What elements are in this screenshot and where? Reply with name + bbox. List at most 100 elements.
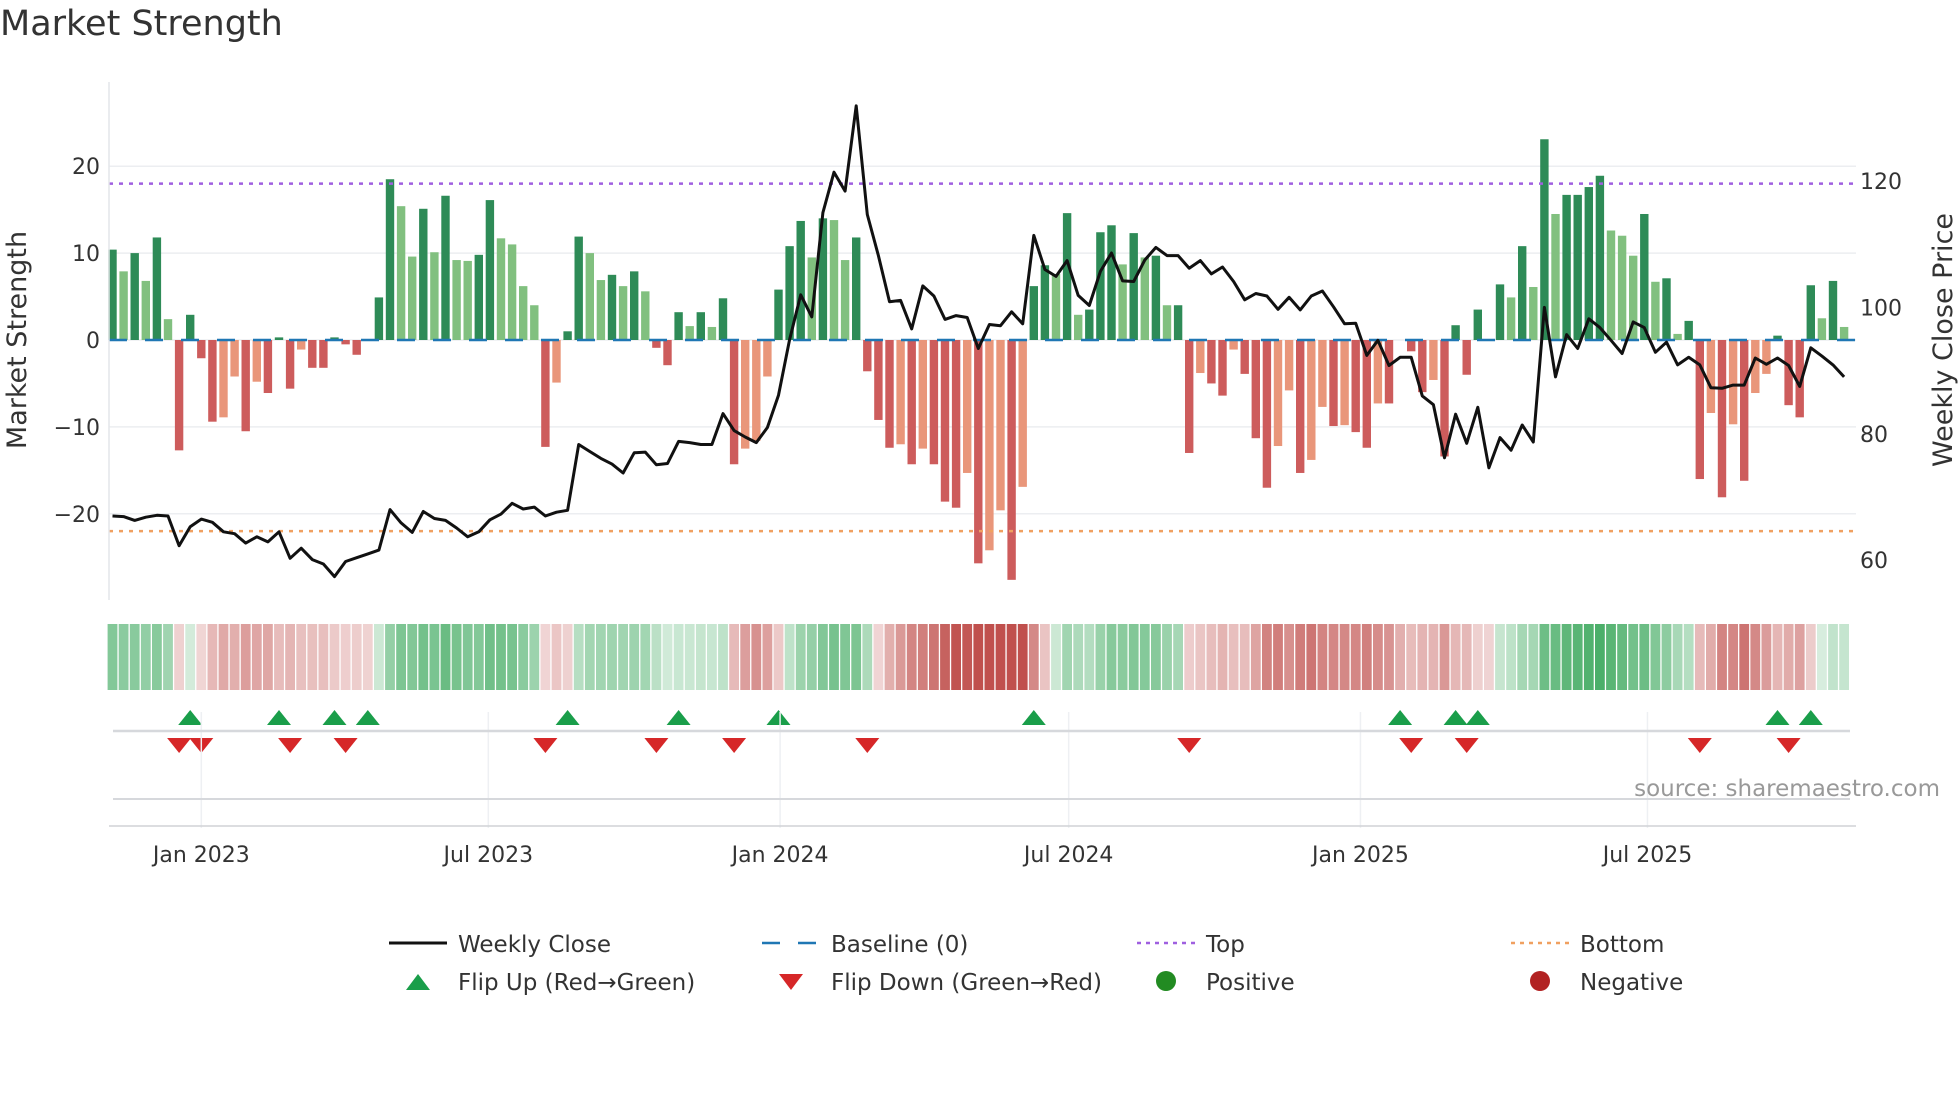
regime-cell <box>773 624 784 690</box>
regime-cell <box>740 624 751 690</box>
flip-down-marker <box>278 738 303 753</box>
strength-bar <box>1140 257 1149 340</box>
x-axis: Jan 2023 Jul 2023 Jan 2024 Jul 2024 Jan 2025… <box>109 712 1856 868</box>
strength-bar <box>1839 326 1849 340</box>
flip-up-marker <box>766 710 791 725</box>
regime-cell <box>762 624 773 690</box>
strength-bar <box>1762 340 1771 374</box>
regime-cell <box>518 624 529 690</box>
regime-cell <box>251 624 262 690</box>
regime-cell <box>118 624 129 690</box>
strength-bar <box>763 340 772 377</box>
legend: Weekly Close Baseline (0) Top Bottom Flip Up… <box>389 932 1683 996</box>
regime-cell <box>1106 624 1117 690</box>
strength-bar <box>1684 320 1693 340</box>
regime-cell <box>1517 624 1528 690</box>
regime-cell <box>584 624 595 690</box>
flip-down-marker <box>1687 738 1712 753</box>
strength-bar <box>829 220 839 340</box>
legend-label: Weekly Close <box>458 932 611 958</box>
regime-cell <box>1117 624 1128 690</box>
regime-cell <box>951 624 961 690</box>
regime-cell <box>418 624 429 690</box>
regime-cell <box>1484 624 1494 690</box>
strength-bar <box>585 253 594 340</box>
regime-cell <box>751 624 762 690</box>
strength-bar <box>274 337 284 340</box>
regime-cell <box>1628 624 1639 690</box>
regime-cell <box>929 624 939 690</box>
regime-cell <box>274 624 284 690</box>
flip-down-marker <box>1177 738 1202 753</box>
y-tick-label: −10 <box>54 416 100 441</box>
flip-up-marker <box>1765 710 1790 725</box>
regime-cell <box>1772 624 1783 690</box>
x-tick-label: Jul 2023 <box>442 843 534 868</box>
strength-bar <box>352 340 361 355</box>
strength-bar <box>796 220 805 340</box>
triangle-down-icon <box>779 974 803 990</box>
flip-up-marker <box>1465 710 1490 725</box>
strength-bar <box>1617 235 1627 340</box>
strength-bar <box>285 340 295 389</box>
regime-cell <box>1728 624 1738 690</box>
strength-bar <box>1196 340 1205 374</box>
strength-bar <box>463 260 472 340</box>
regime-cell <box>1151 624 1161 690</box>
strength-bar <box>530 305 539 340</box>
regime-cell <box>707 624 717 690</box>
regime-cell <box>829 624 839 690</box>
x-tick-label: Jan 2025 <box>1310 843 1409 868</box>
regime-cell <box>451 624 462 690</box>
regime-cell <box>1583 624 1594 690</box>
legend-label: Bottom <box>1580 932 1664 958</box>
strength-bar <box>485 200 495 340</box>
regime-cell <box>784 624 795 690</box>
strength-bar <box>396 206 406 340</box>
strength-bar <box>1573 194 1582 340</box>
strength-bar <box>1640 213 1649 340</box>
regime-cell <box>1206 624 1217 690</box>
regime-cell <box>1139 624 1150 690</box>
regime-cell <box>1051 624 1061 690</box>
regime-cell <box>1350 624 1361 690</box>
regime-cell <box>995 624 1006 690</box>
regime-cell <box>1339 624 1350 690</box>
regime-cell <box>629 624 640 690</box>
regime-cell <box>462 624 473 690</box>
flip-down-marker <box>644 738 669 753</box>
flip-up-marker <box>267 710 291 725</box>
regime-cell <box>1262 624 1272 690</box>
strength-bar <box>985 340 994 551</box>
strength-bar <box>1518 246 1527 340</box>
legend-item: Positive <box>1156 970 1295 996</box>
strength-bar <box>1429 340 1438 380</box>
regime-cell <box>1683 624 1694 690</box>
strength-bar <box>863 340 872 372</box>
regime-cell <box>1839 624 1849 690</box>
strength-bar <box>974 340 983 564</box>
regime-cell <box>1073 624 1084 690</box>
strength-bar <box>774 289 783 340</box>
strength-bar <box>441 195 450 340</box>
regime-cell <box>1184 624 1195 690</box>
regime-cell <box>1461 624 1472 690</box>
strength-bar <box>208 340 217 422</box>
strength-bar <box>119 271 128 340</box>
strength-bar <box>152 237 162 340</box>
regime-cell <box>1128 624 1139 690</box>
regime-cell <box>1694 624 1705 690</box>
strength-bar <box>408 256 417 340</box>
strength-bar <box>174 340 184 451</box>
strength-bar <box>430 252 439 340</box>
regime-cell <box>906 624 917 690</box>
strength-bar <box>630 271 639 340</box>
regime-cell <box>440 624 451 690</box>
regime-cell <box>1250 624 1261 690</box>
regime-cell <box>862 624 873 690</box>
regime-cell <box>729 624 739 690</box>
regime-cell <box>1006 624 1017 690</box>
flip-up-marker <box>322 710 347 725</box>
regime-cell <box>1084 624 1095 690</box>
regime-cell <box>1761 624 1772 690</box>
